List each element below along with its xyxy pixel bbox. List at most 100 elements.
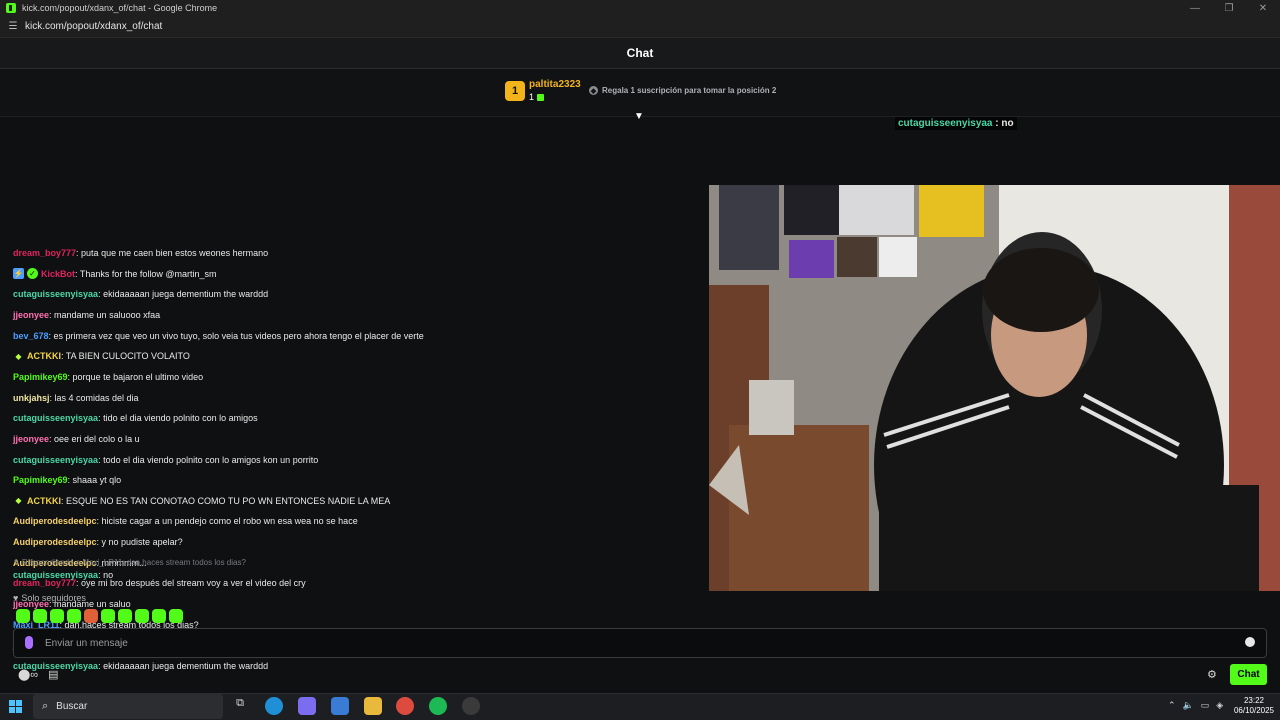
emote-icon[interactable] xyxy=(84,609,98,623)
gem-badge-icon: ◆ xyxy=(15,351,22,361)
gear-icon[interactable]: ⚙ xyxy=(1207,668,1217,681)
chat-text: : hiciste cagar a un pendejo como el rob… xyxy=(96,516,358,527)
chat-header: Chat xyxy=(0,38,1280,69)
chat-message: ◆ ACTKKI: ESQUE NO ES TAN CONOTAO COMO TU… xyxy=(13,494,390,508)
windows-start-icon[interactable] xyxy=(9,700,22,713)
chat-text: : Thanks for the follow @martin_sm xyxy=(75,268,217,279)
chat-tools: ⬤∞ ▤ xyxy=(18,668,59,681)
send-chat-button[interactable]: Chat xyxy=(1230,664,1267,685)
chat-username[interactable]: KickBot xyxy=(41,269,75,279)
edge-icon[interactable] xyxy=(265,697,283,715)
chat-text: : ekidaaaaan juega dementium the warddd xyxy=(98,661,269,671)
stream-frame-illustration xyxy=(709,185,1280,591)
chat-text: : las 4 comidas del dia xyxy=(49,392,139,403)
emoji-picker-icon[interactable] xyxy=(1245,637,1255,647)
emote-icon[interactable] xyxy=(169,609,183,623)
chat-text: : y no pudiste apelar? xyxy=(96,537,183,548)
gift-count-value: 1 xyxy=(529,92,535,102)
chat-message: cutaguisseenyisyaa: no xyxy=(13,568,113,582)
restore-button[interactable]: ❐ xyxy=(1212,0,1246,16)
emote-icon[interactable] xyxy=(33,609,47,623)
stream-video[interactable] xyxy=(709,185,1280,591)
close-button[interactable]: ✕ xyxy=(1246,0,1280,16)
chat-message: jjeonyee: mandame un saluooo xfaa xyxy=(13,308,160,322)
chat-text: : oee eri del colo o la u xyxy=(49,433,140,444)
spotify-icon[interactable] xyxy=(429,697,447,715)
copilot-icon[interactable] xyxy=(298,697,316,715)
chat-username[interactable]: cutaguisseenyisyaa xyxy=(13,289,98,299)
system-tray: ⌃ 🔈 ▭ ◈ xyxy=(1168,700,1223,711)
emote-icon[interactable] xyxy=(16,609,30,623)
clock-date: 06/10/2025 xyxy=(1233,706,1275,715)
verified-badge-icon: ✓ xyxy=(27,268,38,280)
chat-text: : shaaa yt qlo xyxy=(67,475,122,486)
emote-icon[interactable] xyxy=(50,609,64,623)
taskbar-search[interactable]: ⌕ Buscar xyxy=(33,694,223,719)
emote-icon[interactable] xyxy=(67,609,81,623)
site-info-icon[interactable]: ☰ xyxy=(6,20,20,34)
chat-text: : puta que me caen bien estos weones her… xyxy=(76,248,269,258)
rank-badge: 1 xyxy=(505,81,525,101)
microphone-icon[interactable] xyxy=(25,636,33,649)
chat-text: : porque te bajaron el ultimo video xyxy=(67,371,204,382)
chat-text: : mandame un saluooo xfaa xyxy=(49,309,161,320)
chat-username[interactable]: cutaguisseenyisyaa xyxy=(13,455,98,465)
collapse-icon[interactable]: ▼ xyxy=(634,112,644,122)
chat-username[interactable]: ACTKKI xyxy=(27,351,61,361)
chrome-icon[interactable] xyxy=(396,697,414,715)
chat-text: : TA BIEN CULOCITO VOLAITO xyxy=(61,351,190,362)
chat-username[interactable]: cutaguisseenyisyaa xyxy=(13,413,98,423)
chat-username[interactable]: ACTKKI xyxy=(27,496,61,506)
chat-username[interactable]: dream_boy777 xyxy=(13,248,76,258)
chat-username[interactable]: Papimikey69 xyxy=(13,475,68,485)
url-text[interactable]: kick.com/popout/xdanx_of/chat xyxy=(25,21,162,32)
chat-message: Papimikey69: shaaa yt qlo xyxy=(13,473,121,487)
chat-text: : ESQUE NO ES TAN CONOTAO COMO TU PO WN … xyxy=(61,495,391,506)
chat-username[interactable]: jjeonyee xyxy=(13,310,49,320)
chat-username[interactable]: Audiperodesdeelpc xyxy=(13,516,97,526)
address-bar: ☰ kick.com/popout/xdanx_of/chat xyxy=(0,16,1280,38)
store-icon[interactable]: ▤ xyxy=(48,668,58,681)
chat-text: : todo el dia viendo polnito con lo amig… xyxy=(98,454,319,465)
window-title: kick.com/popout/xdanx_of/chat - Google C… xyxy=(22,3,218,13)
taskbar-search-label: Buscar xyxy=(56,701,88,712)
bot-badge-icon: ⚡ xyxy=(13,268,24,280)
chat-username[interactable]: bev_678 xyxy=(13,331,49,341)
quick-emote-bar xyxy=(16,609,183,623)
emote-icon[interactable] xyxy=(135,609,149,623)
emote-icon[interactable] xyxy=(101,609,115,623)
chat-username[interactable]: jjeonyee xyxy=(13,434,49,444)
overlay-username: cutaguisseenyisyaa xyxy=(898,118,993,129)
chat-message: dream_boy777: puta que me caen bien esto… xyxy=(13,246,268,260)
chat-message: Papimikey69: porque te bajaron el ultimo… xyxy=(13,370,203,384)
reply-context: ↰ Respondiendo a Maxi_LR11: dan,haces st… xyxy=(13,558,246,567)
chat-text: : es primera vez que veo un vivo tuyo, s… xyxy=(48,330,424,341)
minimize-button[interactable]: — xyxy=(1178,0,1212,16)
leaderboard-info[interactable]: ◆ Regala 1 suscripción para tomar la pos… xyxy=(589,86,776,95)
store-app-icon[interactable] xyxy=(331,697,349,715)
obs-icon[interactable] xyxy=(462,697,480,715)
chat-username[interactable]: unkjahsj xyxy=(13,393,50,403)
taskbar-clock[interactable]: 23:22 06/10/2025 xyxy=(1232,696,1276,716)
network-icon[interactable]: ▭ xyxy=(1201,700,1210,711)
message-input[interactable] xyxy=(45,633,1235,653)
emote-icon[interactable] xyxy=(118,609,132,623)
chat-message: ◆ ACTKKI: TA BIEN CULOCITO VOLAITO xyxy=(13,349,190,363)
points-icon[interactable]: ⬤∞ xyxy=(18,668,38,681)
chat-username[interactable]: Audiperodesdeelpc xyxy=(13,537,97,547)
chat-username[interactable]: Papimikey69 xyxy=(13,372,68,382)
chat-message: Audiperodesdeelpc: hiciste cagar a un pe… xyxy=(13,514,358,528)
file-explorer-icon[interactable] xyxy=(364,697,382,715)
overlay-text: : no xyxy=(992,118,1014,129)
chevron-up-icon[interactable]: ⌃ xyxy=(1168,700,1176,711)
leader-gift-count: 1 xyxy=(529,92,545,102)
follow-only-notice: ♥ Solo seguidores xyxy=(13,593,86,603)
chat-username[interactable]: cutaguisseenyisyaa xyxy=(13,570,98,580)
leader-username[interactable]: paltita2323 xyxy=(529,79,581,90)
gem-badge-icon: ◆ xyxy=(15,496,22,506)
task-view-icon[interactable]: ⧉ xyxy=(231,697,249,715)
defender-icon[interactable]: ◈ xyxy=(1216,700,1223,711)
volume-icon[interactable]: 🔈 xyxy=(1183,700,1194,711)
chat-message: Audiperodesdeelpc: y no pudiste apelar? xyxy=(13,535,183,549)
emote-icon[interactable] xyxy=(152,609,166,623)
